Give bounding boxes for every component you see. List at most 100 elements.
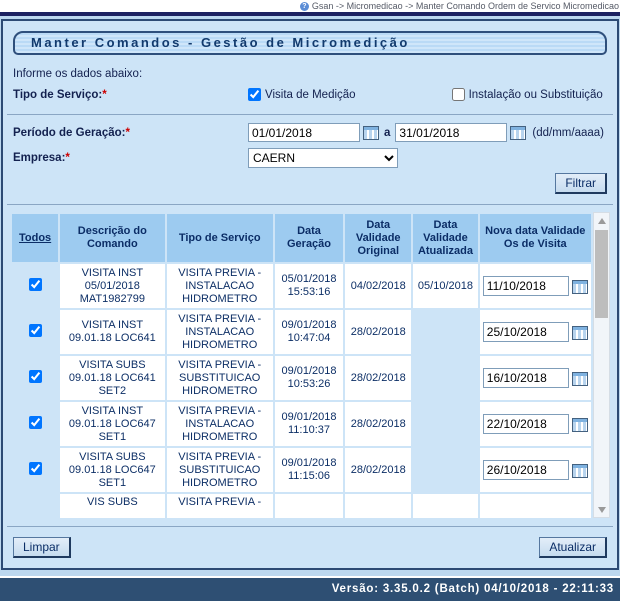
- nova-data-input[interactable]: [483, 322, 569, 342]
- visita-medicao-label: Visita de Medição: [265, 89, 356, 101]
- help-icon[interactable]: ?: [300, 2, 309, 11]
- visita-medicao-checkbox[interactable]: [248, 88, 261, 101]
- limpar-button[interactable]: Limpar: [13, 537, 71, 558]
- nova-data-input[interactable]: [483, 414, 569, 434]
- scroll-up-icon: [598, 218, 606, 224]
- instalacao-substituicao-label: Instalação ou Substituição: [469, 89, 603, 101]
- table-header-row: Todos Descrição do Comando Tipo de Servi…: [12, 214, 591, 262]
- nova-data-input[interactable]: [483, 460, 569, 480]
- required-asterisk: *: [102, 89, 106, 101]
- calendar-icon[interactable]: [363, 126, 379, 140]
- intro-text: Informe os dados abaixo:: [13, 68, 617, 80]
- filtrar-button[interactable]: Filtrar: [555, 173, 607, 194]
- calendar-icon[interactable]: [572, 464, 588, 478]
- results-table: Todos Descrição do Comando Tipo de Servi…: [10, 212, 593, 518]
- cell-tipo: VISITA PREVIA - INSTALACAO HIDROMETRO: [167, 264, 273, 308]
- cell-tipo: VISITA PREVIA - SUBSTITUICAO HIDROMETRO: [167, 448, 273, 492]
- periodo-inicio-input[interactable]: [248, 123, 360, 142]
- header-nova-data: Nova data Validade Os de Visita: [480, 214, 591, 262]
- tipo-servico-label: Tipo de Serviço:*: [13, 89, 248, 101]
- header-data-geracao: Data Geração: [275, 214, 343, 262]
- cell-original: 28/02/2018: [345, 356, 411, 400]
- cell-descricao: VISITA INST 05/01/2018 MAT1982799: [60, 264, 164, 308]
- action-buttons-row: Limpar Atualizar: [13, 537, 607, 558]
- cell-tipo: VISITA PREVIA - INSTALACAO HIDROMETRO: [167, 310, 273, 354]
- nova-data-input[interactable]: [483, 276, 569, 296]
- required-asterisk: *: [125, 127, 129, 139]
- cell-tipo: VISITA PREVIA -: [167, 494, 273, 518]
- calendar-icon[interactable]: [572, 280, 588, 294]
- breadcrumb: ? Gsan -> Micromedicao -> Manter Comando…: [300, 1, 619, 11]
- results-table-container: Todos Descrição do Comando Tipo de Servi…: [10, 212, 610, 518]
- cell-tipo: VISITA PREVIA - SUBSTITUICAO HIDROMETRO: [167, 356, 273, 400]
- calendar-icon[interactable]: [572, 326, 588, 340]
- empresa-row: Empresa:* CAERN: [13, 148, 617, 168]
- scroll-up-button[interactable]: [594, 213, 609, 228]
- table-row: VISITA INST 05/01/2018 MAT1982799 VISITA…: [12, 264, 591, 308]
- cell-geracao: 09/01/2018 11:10:37: [275, 402, 343, 446]
- version-footer: Versão: 3.35.0.2 (Batch) 04/10/2018 - 22…: [0, 578, 620, 601]
- required-asterisk: *: [65, 152, 69, 164]
- separator: [7, 114, 613, 115]
- nova-data-input[interactable]: [483, 368, 569, 388]
- periodo-fim-input[interactable]: [395, 123, 507, 142]
- cell-tipo: VISITA PREVIA - INSTALACAO HIDROMETRO: [167, 402, 273, 446]
- cell-original: 28/02/2018: [345, 310, 411, 354]
- cell-atualizada: [413, 310, 477, 354]
- header-todos: Todos: [12, 214, 58, 262]
- breadcrumb-bar: ? Gsan -> Micromedicao -> Manter Comando…: [0, 0, 620, 12]
- scroll-down-icon: [598, 507, 606, 513]
- calendar-icon[interactable]: [572, 372, 588, 386]
- todos-link[interactable]: Todos: [19, 232, 51, 244]
- breadcrumb-text: Gsan -> Micromedicao -> Manter Comando O…: [312, 1, 619, 11]
- table-row: VISITA INST 09.01.18 LOC641 VISITA PREVI…: [12, 310, 591, 354]
- cell-descricao: VISITA SUBS 09.01.18 LOC641 SET2: [60, 356, 164, 400]
- calendar-icon[interactable]: [510, 126, 526, 140]
- cell-atualizada: [413, 448, 477, 492]
- results-table-scroll-area: Todos Descrição do Comando Tipo de Servi…: [10, 212, 593, 518]
- atualizar-button[interactable]: Atualizar: [539, 537, 607, 558]
- periodo-separator: a: [384, 127, 390, 139]
- row-select-checkbox[interactable]: [29, 324, 42, 337]
- row-select-checkbox[interactable]: [29, 278, 42, 291]
- cell-descricao: VIS SUBS: [60, 494, 164, 518]
- main-panel: Manter Comandos - Gestão de Micromedição…: [1, 19, 619, 570]
- cell-atualizada: [413, 356, 477, 400]
- page-background: Manter Comandos - Gestão de Micromedição…: [0, 16, 620, 576]
- header-validade-atualizada: Data Validade Atualizada: [413, 214, 477, 262]
- table-row: VISITA INST 09.01.18 LOC647 SET1 VISITA …: [12, 402, 591, 446]
- header-descricao: Descrição do Comando: [60, 214, 164, 262]
- cell-geracao: 09/01/2018 10:53:26: [275, 356, 343, 400]
- header-validade-original: Data Validade Original: [345, 214, 411, 262]
- cell-descricao: VISITA INST 09.01.18 LOC641: [60, 310, 164, 354]
- periodo-label-text: Período de Geração:: [13, 127, 125, 139]
- scrollbar-thumb[interactable]: [595, 230, 608, 318]
- cell-original: 28/02/2018: [345, 402, 411, 446]
- separator: [7, 526, 613, 527]
- tipo-servico-label-text: Tipo de Serviço:: [13, 89, 102, 101]
- page-title: Manter Comandos - Gestão de Micromedição: [13, 31, 607, 55]
- cell-descricao: VISITA INST 09.01.18 LOC647 SET1: [60, 402, 164, 446]
- separator: [7, 204, 613, 205]
- empresa-label: Empresa:*: [13, 152, 248, 164]
- date-format-hint: (dd/mm/aaaa): [532, 127, 604, 139]
- header-tipo-servico: Tipo de Serviço: [167, 214, 273, 262]
- periodo-label: Período de Geração:*: [13, 127, 248, 139]
- scroll-down-button[interactable]: [594, 502, 609, 517]
- cell-atualizada: 05/10/2018: [413, 264, 477, 308]
- row-select-checkbox[interactable]: [29, 462, 42, 475]
- table-scrollbar[interactable]: [593, 212, 610, 518]
- cell-geracao: 05/01/2018 15:53:16: [275, 264, 343, 308]
- instalacao-substituicao-checkbox[interactable]: [452, 88, 465, 101]
- table-row: VISITA SUBS 09.01.18 LOC647 SET1 VISITA …: [12, 448, 591, 492]
- table-row-partial: VIS SUBS VISITA PREVIA -: [12, 494, 591, 518]
- row-select-checkbox[interactable]: [29, 416, 42, 429]
- calendar-icon[interactable]: [572, 418, 588, 432]
- cell-geracao: 09/01/2018 10:47:04: [275, 310, 343, 354]
- tipo-servico-row: Tipo de Serviço:* Visita de Medição Inst…: [13, 88, 617, 101]
- cell-original: 28/02/2018: [345, 448, 411, 492]
- cell-geracao: 09/01/2018 11:15:06: [275, 448, 343, 492]
- empresa-select[interactable]: CAERN: [248, 148, 398, 168]
- row-select-checkbox[interactable]: [29, 370, 42, 383]
- cell-original: 04/02/2018: [345, 264, 411, 308]
